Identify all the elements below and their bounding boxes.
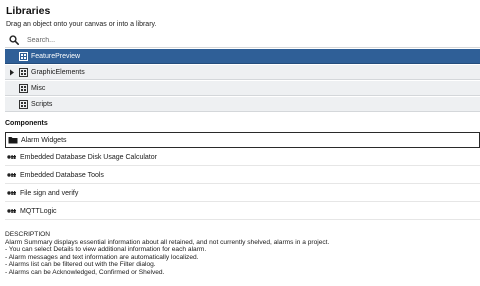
library-icon <box>19 83 28 93</box>
description-heading: DESCRIPTION <box>5 231 51 238</box>
library-item-label: Scripts <box>31 100 53 108</box>
component-icon <box>7 188 17 198</box>
component-icon <box>7 206 17 216</box>
library-item-misc[interactable]: Misc <box>5 81 480 96</box>
component-item-file-sign-verify[interactable]: File sign and verify <box>5 185 480 202</box>
description-line: - Alarms can be Acknowledged, Confirmed … <box>5 268 165 276</box>
description-line: - Alarms list can be filtered out with t… <box>5 261 156 269</box>
expander-placeholder <box>5 97 19 111</box>
folder-icon <box>8 135 18 145</box>
description-line: Alarm Summary displays essential informa… <box>5 238 330 246</box>
components-heading: Components <box>5 120 48 127</box>
component-label: Embedded Database Disk Usage Calculator <box>20 153 157 161</box>
library-item-label: FeaturePreview <box>31 52 81 60</box>
library-item-featurepreview[interactable]: FeaturePreview <box>5 49 480 64</box>
search-box[interactable] <box>5 33 480 48</box>
component-item-mqttlogic[interactable]: MQTTLogic <box>5 203 480 220</box>
expander-placeholder <box>5 81 19 95</box>
component-label: File sign and verify <box>20 189 79 197</box>
component-label: MQTTLogic <box>20 207 57 215</box>
component-item-disk-usage-calculator[interactable]: Embedded Database Disk Usage Calculator <box>5 149 480 166</box>
panel-title: Libraries <box>6 5 51 17</box>
component-list: Alarm Widgets Embedded Database Disk Usa… <box>5 132 480 221</box>
library-item-label: GraphicElements <box>31 68 85 76</box>
component-label: Alarm Widgets <box>21 136 67 144</box>
library-icon <box>19 51 28 61</box>
component-item-database-tools[interactable]: Embedded Database Tools <box>5 167 480 184</box>
description-line: - You can select Details to view additio… <box>5 246 207 254</box>
library-item-scripts[interactable]: Scripts <box>5 97 480 112</box>
search-icon <box>9 34 21 46</box>
library-icon <box>19 99 28 109</box>
component-icon <box>7 152 17 162</box>
component-label: Embedded Database Tools <box>20 171 104 179</box>
expander-placeholder <box>5 49 19 63</box>
description-line: - Alarm messages and text information ar… <box>5 253 199 261</box>
search-input[interactable] <box>27 34 427 46</box>
library-list: FeaturePreview GraphicElements Misc Scri… <box>5 49 480 113</box>
panel-subtitle: Drag an object onto your canvas or into … <box>6 21 157 28</box>
library-item-graphicelements[interactable]: GraphicElements <box>5 65 480 80</box>
library-icon <box>19 67 28 77</box>
library-item-label: Misc <box>31 84 46 92</box>
description-panel: DESCRIPTION Alarm Summary displays essen… <box>5 231 475 277</box>
component-item-alarm-widgets[interactable]: Alarm Widgets <box>5 132 480 148</box>
chevron-right-icon[interactable] <box>5 65 19 79</box>
component-icon <box>7 170 17 180</box>
